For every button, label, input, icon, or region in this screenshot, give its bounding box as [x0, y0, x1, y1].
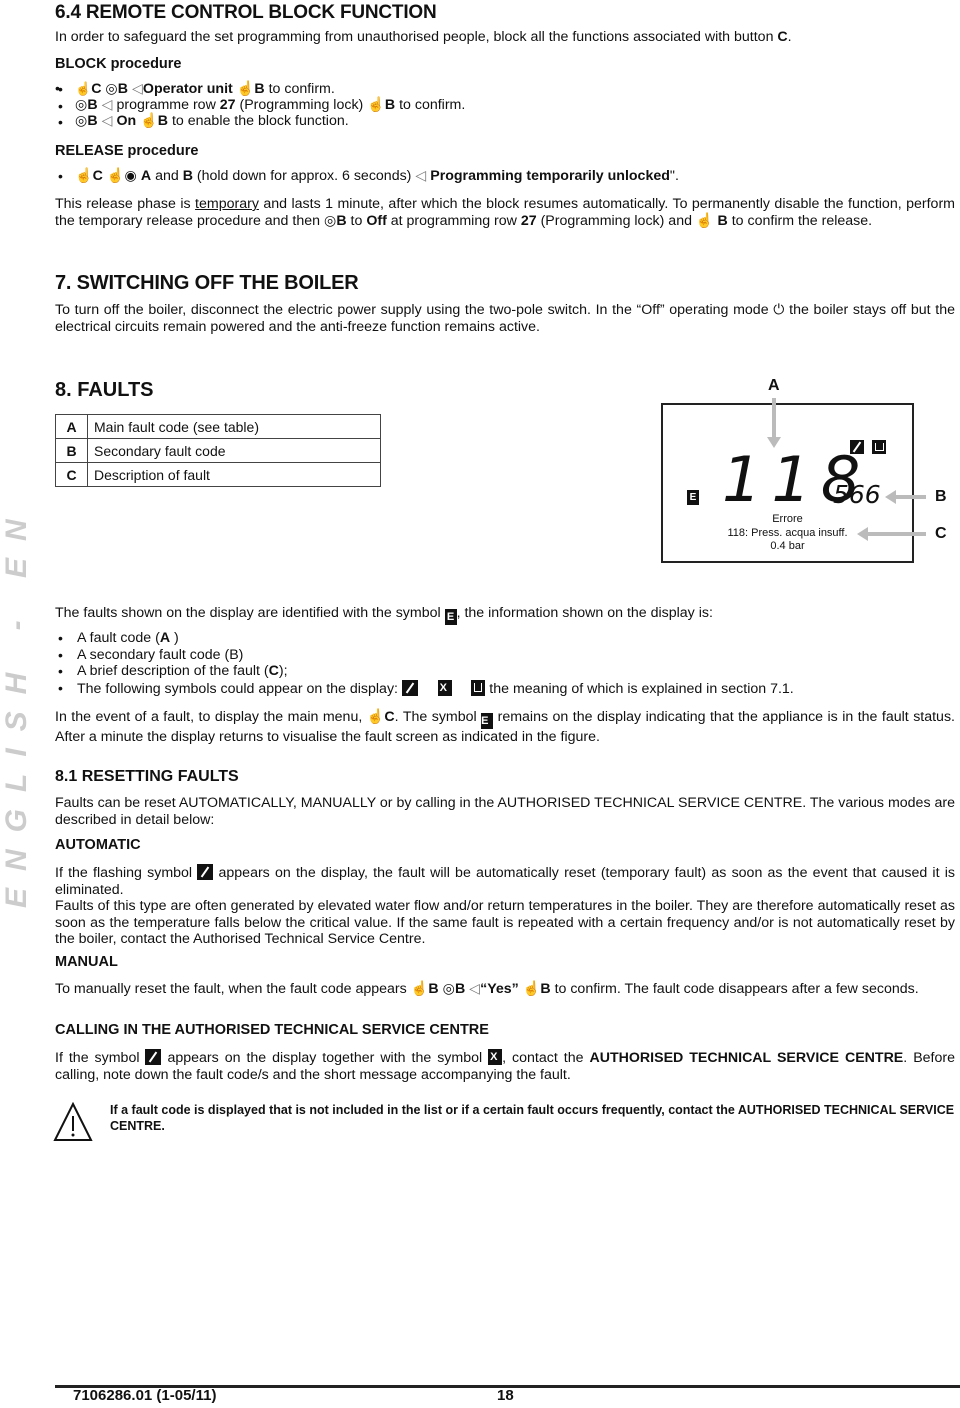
- press-knob-icon: ☝: [140, 113, 158, 129]
- section-8-title: 8. FAULTS: [55, 379, 154, 401]
- warning-text: If a fault code is displayed that is not…: [110, 1103, 955, 1133]
- fault-event-text: In the event of a fault, to display the …: [55, 709, 955, 745]
- release-bullet: •: [58, 168, 63, 184]
- section-8-1-title: 8.1 RESETTING FAULTS: [55, 768, 239, 785]
- legend-key: C: [55, 462, 88, 487]
- arrow-b: [885, 490, 926, 504]
- block-bullets: • • •: [58, 81, 63, 130]
- block-step-1: ☝C ◎B ◁Operator unit ☝B to confirm.: [75, 81, 335, 97]
- tool-icon: [401, 679, 418, 696]
- flame-fault-icon: [488, 1049, 503, 1066]
- display-icon: ◁: [101, 113, 113, 129]
- water-tank-icon: [471, 679, 486, 696]
- display-icon: ◁: [415, 168, 427, 184]
- release-note: This release phase is temporary and last…: [55, 196, 955, 229]
- press-knob-icon: ☝: [522, 981, 541, 997]
- section-7-text: To turn off the boiler, disconnect the e…: [55, 302, 955, 335]
- press-knob-icon: ☝: [236, 81, 255, 97]
- legend-row: B Secondary fault code: [55, 438, 381, 463]
- release-step: ☝C ☝◉ A and B (hold down for approx. 6 s…: [75, 168, 679, 184]
- secondary-fault-code: 566: [833, 480, 881, 509]
- knob-icon: ◎: [75, 113, 88, 129]
- legend-key: B: [55, 438, 88, 463]
- service-text: If the symbol appears on the display tog…: [55, 1049, 955, 1083]
- power-icon: ⏻: [773, 302, 785, 318]
- label-a: A: [768, 377, 780, 394]
- legend-desc: Secondary fault code: [87, 438, 381, 463]
- legend-desc: Main fault code (see table): [87, 414, 381, 439]
- press-hand-icon: ☝: [75, 81, 92, 96]
- side-language-label: ENGLISH - EN: [0, 502, 33, 908]
- button-icon: ◉: [124, 168, 137, 184]
- fault-bullets: • • • •: [58, 630, 63, 696]
- knob-icon: ◎: [75, 97, 88, 113]
- press-knob-icon: ☝: [367, 97, 385, 113]
- press-knob-icon: ☝: [695, 212, 714, 229]
- fault-info-item: A fault code (A ): [77, 630, 179, 646]
- display-line-1: Errore: [772, 513, 803, 525]
- display-line-3: 0.4 bar: [770, 540, 805, 552]
- press-hand-icon: ☝: [75, 168, 93, 184]
- resetting-intro: Faults can be reset AUTOMATICALLY, MANUA…: [55, 795, 955, 828]
- display-icon: ◁: [131, 81, 143, 97]
- block-procedure-heading: BLOCK procedure: [55, 56, 182, 72]
- manual-heading: MANUAL: [55, 954, 118, 970]
- knob-icon: ◎: [323, 212, 337, 229]
- arrow-a: [767, 398, 781, 448]
- knob-icon: ◎: [442, 981, 455, 997]
- label-c: C: [935, 525, 947, 542]
- automatic-heading: AUTOMATIC: [55, 837, 141, 853]
- legend-key: A: [55, 414, 88, 439]
- press-hand-icon: ☝: [106, 168, 125, 184]
- display-icon: ◁: [469, 981, 481, 997]
- tool-icon: [197, 864, 214, 880]
- fault-info-list: A fault code (A ) A secondary fault code…: [77, 630, 794, 697]
- automatic-text: If the flashing symbol appears on the di…: [55, 864, 955, 947]
- display-icon: ◁: [101, 97, 113, 113]
- section-7-title: 7. SWITCHING OFF THE BOILER: [55, 272, 359, 294]
- label-b: B: [935, 488, 947, 505]
- block-step-2: ◎B ◁ programme row 27 (Programming lock)…: [75, 97, 466, 113]
- legend-row: A Main fault code (see table): [55, 414, 381, 439]
- arrow-c: [857, 527, 926, 541]
- service-heading: CALLING IN THE AUTHORISED TECHNICAL SERV…: [55, 1022, 489, 1038]
- press-knob-icon: ☝: [410, 981, 429, 997]
- faults-intro: The faults shown on the display are iden…: [55, 605, 713, 625]
- error-symbol-icon: E: [687, 490, 699, 505]
- error-symbol-icon: E: [481, 713, 494, 729]
- legend-desc: Description of fault: [87, 462, 381, 487]
- water-tank-icon: [872, 440, 886, 454]
- manual-text: To manually reset the fault, when the fa…: [55, 981, 919, 997]
- warning-icon: [53, 1102, 93, 1142]
- fault-info-item: A secondary fault code (B): [77, 646, 244, 663]
- knob-icon: ◎: [105, 81, 118, 97]
- release-procedure-heading: RELEASE procedure: [55, 143, 199, 159]
- footer-doc-code: 7106286.01 (1-05/11): [73, 1387, 217, 1404]
- legend-row: C Description of fault: [55, 462, 381, 487]
- block-step-3: ◎B ◁ On ☝B to enable the block function.: [75, 113, 349, 129]
- press-hand-icon: ☝: [366, 709, 385, 725]
- tool-icon: [145, 1049, 162, 1065]
- section-6-4-title: 6.4 REMOTE CONTROL BLOCK FUNCTION: [55, 2, 437, 23]
- error-symbol-icon: E: [444, 609, 457, 625]
- fault-legend-table: A Main fault code (see table) B Secondary …: [55, 414, 381, 487]
- footer-page-number: 18: [497, 1387, 514, 1404]
- fault-info-item: The following symbols could appear on th…: [77, 679, 794, 698]
- flame-fault-icon: [437, 679, 452, 696]
- fault-info-item: A brief description of the fault (C);: [77, 663, 288, 679]
- section-6-4-intro: In order to safeguard the set programmin…: [55, 29, 792, 45]
